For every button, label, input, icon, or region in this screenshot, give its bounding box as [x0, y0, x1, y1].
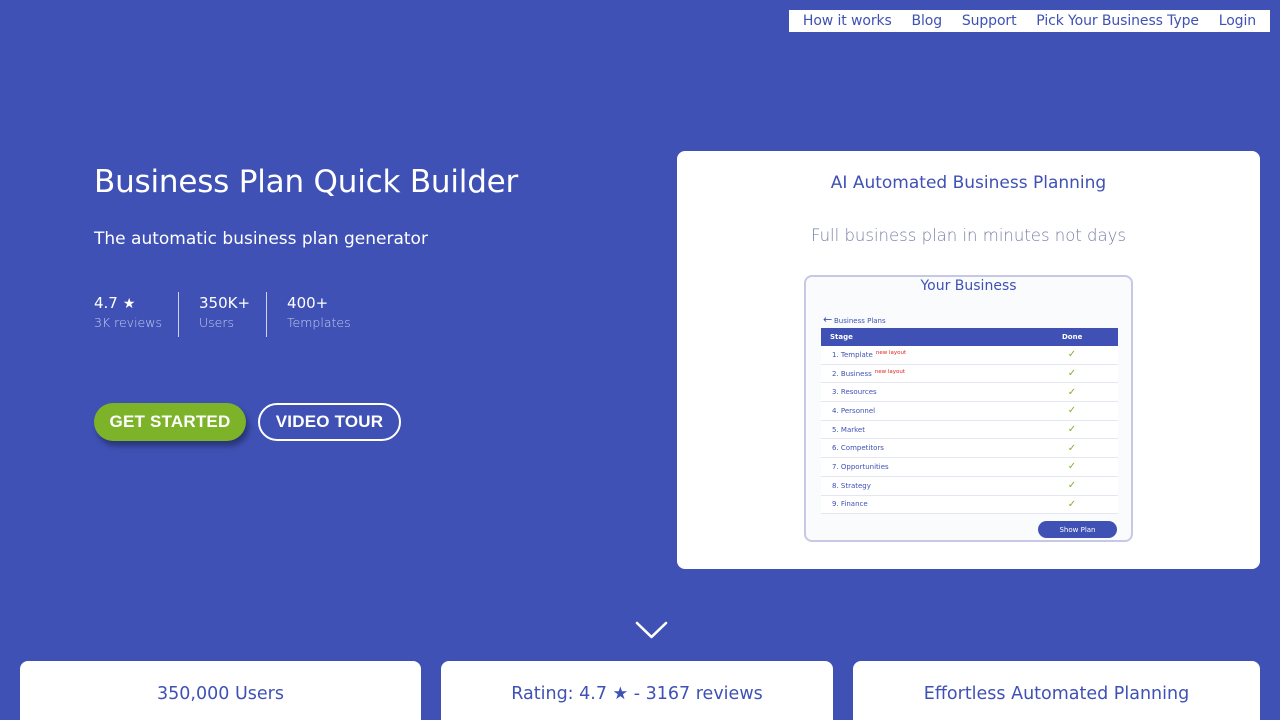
check-icon: ✓: [1067, 498, 1077, 510]
nav-how-it-works[interactable]: How it works: [803, 13, 892, 29]
preview-title: Your Business: [920, 278, 1017, 294]
stage-note: new layout: [875, 349, 907, 356]
preview-back-label: Business Plans: [834, 317, 886, 325]
get-started-button[interactable]: GET STARTED: [94, 403, 246, 441]
nav-login[interactable]: Login: [1219, 13, 1256, 29]
check-icon: ✓: [1067, 368, 1077, 380]
check-icon: ✓: [1067, 461, 1077, 473]
stage-label: 3. Resources: [832, 388, 877, 397]
hero-title: Business Plan Quick Builder: [94, 164, 519, 200]
stat-users-value: 350K+: [198, 294, 251, 312]
stat-rating-label: 3K reviews: [94, 315, 162, 330]
stages-table: Stage Done 1. Template new layout ✓ 2. Busi…: [821, 328, 1118, 515]
check-icon: ✓: [1067, 424, 1077, 436]
users-card: 350,000 Users: [20, 661, 421, 720]
check-icon: ✓: [1067, 480, 1077, 492]
arrow-left-icon: ←: [823, 313, 833, 326]
table-row: 1. Template new layout ✓: [821, 346, 1118, 365]
top-navigation: How it works Blog Support Pick Your Busi…: [789, 10, 1270, 32]
hero-subtitle: The automatic business plan generator: [94, 229, 428, 249]
stat-users: 350K+ Users: [177, 292, 266, 337]
star-icon: ★: [122, 296, 136, 312]
card-subtitle: Full business plan in minutes not days: [810, 226, 1127, 245]
stages-table-header: Stage Done: [821, 328, 1118, 346]
table-row: 8. Strategy ✓: [821, 477, 1118, 496]
nav-blog[interactable]: Blog: [911, 13, 942, 29]
stage-label: 2. Business: [832, 369, 872, 378]
stage-note: new layout: [874, 368, 906, 375]
stat-rating: 4.7 ★ 3K reviews: [94, 292, 178, 337]
stage-label: 6. Competitors: [832, 444, 884, 453]
rating-card: Rating: 4.7 ★ - 3167 reviews: [441, 661, 833, 720]
stage-label: 4. Personnel: [832, 406, 876, 415]
stat-users-label: Users: [198, 315, 234, 330]
feature-card: AI Automated Business Planning Full busi…: [677, 151, 1260, 569]
check-icon: ✓: [1067, 405, 1077, 417]
card-title: AI Automated Business Planning: [830, 173, 1107, 193]
stages-table-body: 1. Template new layout ✓ 2. Business new lay…: [821, 346, 1118, 515]
table-row: 4. Personnel ✓: [821, 402, 1118, 421]
check-icon: ✓: [1067, 386, 1077, 398]
stat-templates-label: Templates: [287, 315, 351, 330]
table-row: 9. Finance ✓: [821, 496, 1118, 515]
column-stage: Stage: [830, 333, 853, 341]
table-row: 3. Resources ✓: [821, 383, 1118, 403]
table-row: 2. Business new layout ✓: [821, 365, 1118, 384]
stage-label: 8. Strategy: [832, 481, 871, 490]
stage-label: 5. Market: [832, 425, 865, 434]
hero-stats: 4.7 ★ 3K reviews 350K+ Users 400+ Templat…: [94, 292, 367, 337]
table-row: 7. Opportunities ✓: [821, 458, 1118, 477]
column-done: Done: [1062, 333, 1083, 341]
nav-pick-business-type[interactable]: Pick Your Business Type: [1036, 13, 1199, 29]
check-icon: ✓: [1067, 349, 1077, 361]
check-icon: ✓: [1067, 442, 1077, 454]
planning-card: Effortless Automated Planning: [853, 661, 1260, 720]
table-row: 6. Competitors ✓: [821, 439, 1118, 459]
table-row: 5. Market ✓: [821, 421, 1118, 440]
nav-support[interactable]: Support: [962, 13, 1017, 29]
stage-label: 7. Opportunities: [832, 462, 889, 471]
stage-label: 1. Template: [832, 350, 873, 359]
stat-templates-value: 400+: [287, 294, 329, 312]
chevron-down-icon[interactable]: [635, 619, 668, 641]
stat-templates: 400+ Templates: [266, 292, 367, 337]
app-preview-image: Your Business ← Business Plans Stage Don…: [804, 275, 1133, 542]
stage-label: 9. Finance: [832, 500, 868, 509]
show-plan-button: Show Plan: [1038, 521, 1117, 538]
video-tour-button[interactable]: VIDEO TOUR: [258, 403, 401, 441]
stat-rating-value: 4.7: [94, 294, 118, 312]
